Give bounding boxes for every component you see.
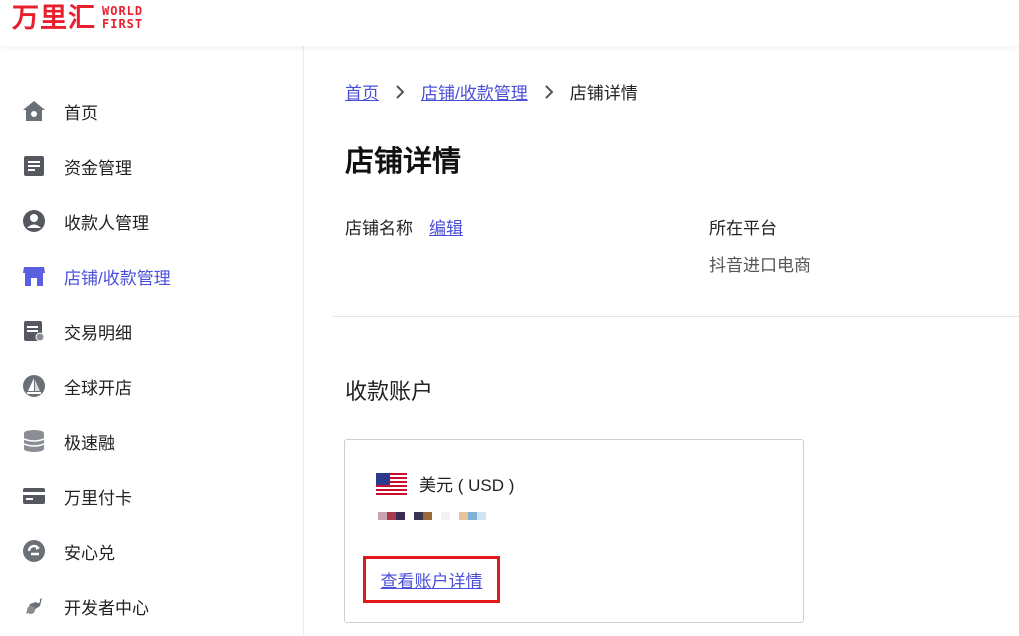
sidebar-item-developer[interactable]: 开发者中心 [22, 591, 149, 621]
sidebar-item-label: 安心兑 [64, 543, 115, 563]
receipt-icon [22, 319, 46, 343]
store-name-field: 店铺名称 编辑 [345, 214, 463, 239]
sidebar-item-store-management[interactable]: 店铺/收款管理 [22, 261, 171, 291]
breadcrumb-current: 店铺详情 [569, 84, 638, 103]
page-title: 店铺详情 [345, 146, 462, 178]
sailboat-icon [22, 374, 46, 398]
sidebar-item-label: 开发者中心 [64, 598, 149, 618]
sidebar-item-fast-finance[interactable]: 极速融 [22, 426, 115, 456]
breadcrumb: 首页 店铺/收款管理 店铺详情 [345, 79, 638, 104]
card-icon [22, 484, 46, 508]
view-account-details-link[interactable]: 查看账户详情 [381, 567, 483, 592]
chevron-right-icon [395, 84, 405, 100]
sidebar-item-transactions[interactable]: 交易明细 [22, 316, 132, 346]
currency-name: 美元 ( USD ) [419, 476, 515, 495]
main-content: 首页 店铺/收款管理 店铺详情 店铺详情 店铺名称 编辑 所在平台 抖音进口电商 … [304, 46, 1019, 636]
sidebar-item-label: 资金管理 [64, 158, 132, 178]
worldfirst-logo[interactable]: 万里汇 WORLD FIRST [12, 3, 143, 33]
us-flag-icon [376, 472, 407, 495]
developer-icon [22, 594, 46, 618]
edit-store-name-link[interactable]: 编辑 [429, 219, 463, 238]
sidebar-item-label: 全球开店 [64, 378, 132, 398]
database-icon [22, 429, 46, 453]
exchange-icon [22, 539, 46, 563]
account-card: 美元 ( USD ) 查看账户详情 [344, 439, 804, 623]
sidebar-item-label: 交易明细 [64, 323, 132, 343]
platform-label: 所在平台 [709, 219, 777, 238]
sidebar-item-label: 极速融 [64, 433, 115, 453]
store-icon [22, 264, 46, 288]
logo-en-line2: FIRST [102, 17, 144, 31]
logo-english-text: WORLD FIRST [102, 5, 143, 31]
sidebar-item-home[interactable]: 首页 [22, 96, 98, 126]
breadcrumb-store-management-link[interactable]: 店铺/收款管理 [421, 79, 528, 104]
store-name-label: 店铺名称 [345, 219, 413, 238]
sidebar-item-global-store[interactable]: 全球开店 [22, 371, 132, 401]
section-divider [333, 316, 1019, 317]
logo-chinese-text: 万里汇 [12, 3, 96, 33]
sidebar-nav: 首页 资金管理 收款人管理 店铺/收款管理 交易明细 全球开店 极速融 万里付卡… [0, 46, 304, 636]
chevron-right-icon [544, 84, 554, 100]
sidebar-item-label: 万里付卡 [64, 488, 132, 508]
user-icon [22, 209, 46, 233]
sidebar-item-label: 店铺/收款管理 [64, 268, 171, 288]
sidebar-item-funds[interactable]: 资金管理 [22, 151, 132, 181]
currency-row: 美元 ( USD ) [376, 471, 514, 496]
masked-account-number [378, 512, 486, 520]
home-icon [22, 99, 46, 123]
breadcrumb-home-link[interactable]: 首页 [345, 79, 379, 104]
sidebar-item-label: 收款人管理 [64, 213, 149, 233]
sidebar-item-payees[interactable]: 收款人管理 [22, 206, 149, 236]
sidebar-item-label: 首页 [64, 103, 98, 123]
sidebar-item-card[interactable]: 万里付卡 [22, 481, 132, 511]
top-header: 万里汇 WORLD FIRST [0, 0, 1019, 46]
highlight-box: 查看账户详情 [363, 556, 500, 603]
platform-value: 抖音进口电商 [709, 256, 811, 275]
document-icon [22, 154, 46, 178]
accounts-section-title: 收款账户 [345, 379, 434, 404]
sidebar-item-exchange[interactable]: 安心兑 [22, 536, 115, 566]
